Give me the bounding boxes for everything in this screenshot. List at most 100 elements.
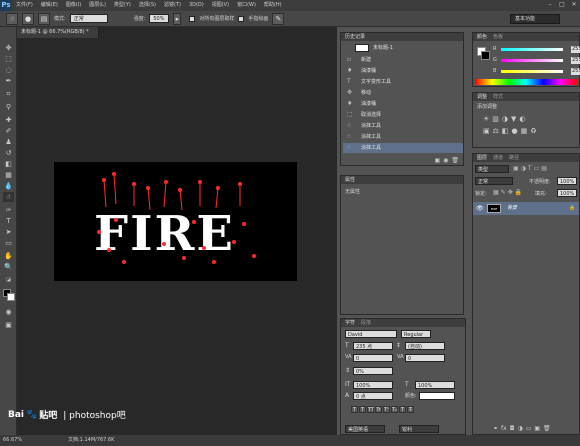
layers-tab[interactable]: 图层 bbox=[477, 154, 487, 162]
fill-input[interactable]: 100% bbox=[557, 189, 577, 197]
marquee-tool-icon[interactable]: ⬚ bbox=[3, 54, 14, 64]
g-slider[interactable] bbox=[501, 59, 563, 62]
eraser-tool-icon[interactable]: ◧ bbox=[3, 159, 14, 169]
strength-chevron-icon[interactable]: ▸ bbox=[173, 12, 182, 25]
sample-all-checkbox[interactable] bbox=[189, 15, 196, 22]
layer-filter-icons[interactable]: ▣◑T▭▤ bbox=[513, 165, 549, 172]
history-snapshot[interactable]: 未标题-1 bbox=[343, 43, 463, 53]
horizontal-scale-input[interactable]: 100% bbox=[415, 381, 455, 389]
text-color-swatch[interactable] bbox=[419, 392, 455, 400]
adjustment-layer-icon[interactable]: ◑ bbox=[517, 425, 522, 432]
healing-tool-icon[interactable]: ✚ bbox=[3, 115, 14, 125]
document-tab[interactable]: 未标题-1 @ 66.7%(RGB/8) * bbox=[17, 27, 99, 38]
menu-edit[interactable]: 编辑(E) bbox=[37, 0, 62, 11]
subscript-button[interactable]: T₁ bbox=[391, 406, 398, 413]
crop-tool-icon[interactable]: ⌗ bbox=[3, 89, 14, 99]
minimize-icon[interactable]: – bbox=[546, 1, 554, 9]
menu-file[interactable]: 文件(F) bbox=[12, 0, 37, 11]
gradient-tool-icon[interactable]: ▦ bbox=[3, 170, 14, 180]
shape-tool-icon[interactable]: ▭ bbox=[3, 238, 14, 248]
swatches-tab[interactable]: 色板 bbox=[493, 33, 503, 41]
menu-window[interactable]: 窗口(W) bbox=[233, 0, 260, 11]
history-item[interactable]: ▫ 新建 bbox=[343, 55, 463, 65]
history-item-selected[interactable]: ☝ 涂抹工具 bbox=[343, 143, 463, 153]
kerning-input[interactable]: 0 bbox=[353, 354, 393, 362]
layer-kind-filter[interactable]: 类型 bbox=[475, 165, 509, 173]
history-item[interactable]: ☝ 涂抹工具 bbox=[343, 121, 463, 131]
type-tool-icon[interactable]: T bbox=[3, 216, 14, 226]
layer-name[interactable]: 背景 bbox=[507, 202, 517, 215]
faux-bold-button[interactable]: T bbox=[351, 406, 358, 413]
color-tab[interactable]: 颜色 bbox=[477, 33, 487, 41]
styles-tab[interactable]: 样式 bbox=[493, 93, 503, 101]
history-item[interactable]: T 文字变形工具 bbox=[343, 77, 463, 87]
path-select-tool-icon[interactable]: ➤ bbox=[3, 227, 14, 237]
menu-filter[interactable]: 滤镜(T) bbox=[160, 0, 185, 11]
history-item[interactable]: ♦ 油漆桶 bbox=[343, 99, 463, 109]
b-slider[interactable] bbox=[501, 70, 563, 73]
move-tool-icon[interactable]: ✥ bbox=[3, 43, 14, 53]
delete-layer-icon[interactable]: 🗑 bbox=[543, 425, 551, 432]
leading-input[interactable]: (自动) bbox=[405, 342, 445, 350]
menu-select[interactable]: 选择(S) bbox=[135, 0, 160, 11]
channels-tab[interactable]: 通道 bbox=[493, 154, 503, 162]
strength-input[interactable]: 50% bbox=[149, 14, 170, 23]
menu-help[interactable]: 帮助(H) bbox=[260, 0, 286, 11]
color-bg-swatch[interactable] bbox=[481, 51, 490, 60]
smudge-tool-icon[interactable]: ☝ bbox=[3, 192, 14, 202]
history-item[interactable]: ☝ 涂抹工具 bbox=[343, 132, 463, 142]
smudge-tool-preset-icon[interactable]: ☝ bbox=[6, 12, 18, 25]
finger-paint-checkbox[interactable] bbox=[238, 15, 245, 22]
tsume-input[interactable]: 0% bbox=[353, 367, 393, 375]
properties-tab[interactable]: 属性 bbox=[345, 176, 355, 184]
zoom-level[interactable]: 66.67% bbox=[3, 435, 22, 446]
font-size-input[interactable]: 235 点 bbox=[353, 342, 393, 350]
language-select[interactable]: 美国英语 bbox=[345, 425, 385, 433]
quick-select-tool-icon[interactable]: ✒ bbox=[3, 76, 14, 86]
new-doc-from-state-icon[interactable]: ▣ bbox=[434, 157, 440, 164]
opacity-input[interactable]: 100% bbox=[557, 177, 577, 185]
snapshot-icon[interactable]: ◉ bbox=[443, 157, 448, 164]
faux-italic-button[interactable]: T bbox=[359, 406, 366, 413]
link-layers-icon[interactable]: ⚭ bbox=[493, 425, 498, 432]
adjustment-icons-row2[interactable]: ▣⚖◧●▦♻ bbox=[483, 127, 540, 135]
menu-3d[interactable]: 3D(D) bbox=[185, 0, 208, 11]
g-value[interactable]: 255 bbox=[571, 57, 580, 64]
underline-button[interactable]: T bbox=[399, 406, 406, 413]
close-icon[interactable]: ✕ bbox=[570, 1, 578, 9]
menu-view[interactable]: 视图(V) bbox=[208, 0, 233, 11]
group-icon[interactable]: ▭ bbox=[526, 425, 532, 432]
tracking-input[interactable]: 0 bbox=[405, 354, 445, 362]
history-tab[interactable]: 历史记录 bbox=[345, 33, 365, 41]
mode-select[interactable]: 正常 bbox=[69, 14, 108, 23]
adjustments-tab[interactable]: 调整 bbox=[477, 93, 487, 101]
zoom-tool-icon[interactable]: 🔍 bbox=[3, 262, 14, 272]
stamp-tool-icon[interactable]: ♟ bbox=[3, 137, 14, 147]
screen-mode-icon[interactable]: ▣ bbox=[3, 320, 14, 330]
small-caps-button[interactable]: Tr bbox=[375, 406, 382, 413]
vertical-scale-input[interactable]: 100% bbox=[353, 381, 393, 389]
pen-tool-icon[interactable]: ✑ bbox=[3, 205, 14, 215]
menu-type[interactable]: 类型(Y) bbox=[110, 0, 135, 11]
brush-tool-icon[interactable]: ✐ bbox=[3, 126, 14, 136]
anti-alias-select[interactable]: 锐利 bbox=[399, 425, 439, 433]
blend-mode-select[interactable]: 正常 bbox=[475, 177, 513, 185]
character-tab[interactable]: 字符 bbox=[345, 319, 355, 327]
hand-tool-icon[interactable]: ✋ bbox=[3, 251, 14, 261]
b-value[interactable]: 255 bbox=[571, 68, 580, 75]
background-color-swatch[interactable] bbox=[7, 293, 15, 301]
font-family-select[interactable]: David bbox=[345, 330, 397, 338]
r-value[interactable]: 255 bbox=[571, 46, 580, 53]
eyedropper-tool-icon[interactable]: ⚲ bbox=[3, 102, 14, 112]
layer-row-background[interactable]: 👁 FIRE 背景 🔒 bbox=[473, 202, 579, 215]
adjustment-icons-row1[interactable]: ☀▥◑▼◐ bbox=[483, 115, 529, 123]
fx-icon[interactable]: fx bbox=[501, 425, 507, 432]
all-caps-button[interactable]: TT bbox=[367, 406, 374, 413]
r-slider[interactable] bbox=[501, 48, 563, 51]
workspace-select[interactable]: 基本功能 bbox=[510, 14, 560, 24]
quick-mask-icon[interactable]: ◉ bbox=[3, 307, 14, 317]
lasso-tool-icon[interactable]: ◌ bbox=[3, 65, 14, 75]
canvas[interactable]: FIRE bbox=[54, 162, 297, 281]
brush-panel-icon[interactable]: ▤ bbox=[38, 12, 50, 25]
history-brush-tool-icon[interactable]: ↺ bbox=[3, 148, 14, 158]
